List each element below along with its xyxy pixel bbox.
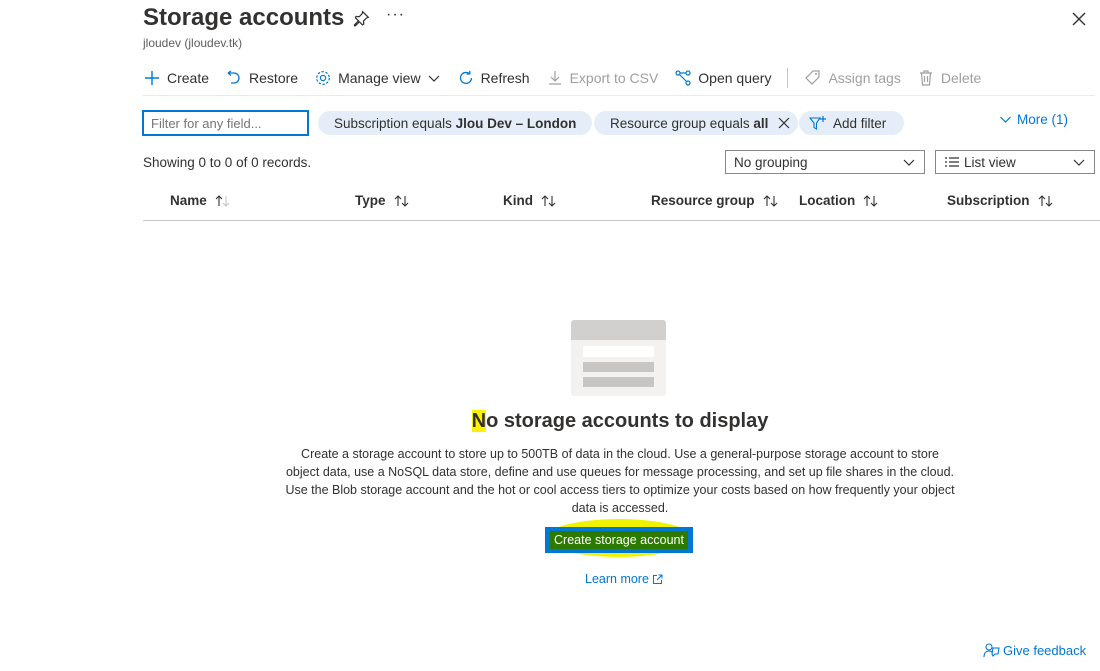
- filter-input[interactable]: [142, 110, 309, 136]
- empty-state-title-text: o storage accounts to display: [486, 410, 769, 432]
- add-filter-label: Add filter: [833, 115, 887, 131]
- column-header-name[interactable]: Name: [170, 193, 231, 208]
- tag-icon: [805, 70, 821, 85]
- create-storage-account-button[interactable]: Create storage account: [545, 527, 693, 553]
- column-header-kind[interactable]: Kind: [503, 193, 557, 208]
- sort-ascending-icon: [215, 194, 230, 207]
- records-summary: Showing 0 to 0 of 0 records.: [143, 155, 312, 170]
- undo-icon: [227, 70, 240, 84]
- chevron-down-icon: [1000, 116, 1011, 123]
- subscription-filter-prefix: Subscription equals: [334, 115, 456, 131]
- refresh-label: Refresh: [480, 70, 530, 86]
- highlighted-letter: N: [471, 410, 487, 432]
- refresh-icon: [459, 70, 472, 85]
- empty-state-title: No storage accounts to display: [0, 410, 1100, 433]
- subscription-filter-pill[interactable]: Subscription equals Jlou Dev – London: [318, 111, 593, 135]
- empty-list-illustration-icon: [571, 320, 666, 396]
- command-bar: Create Restore Manage view Refresh Expor…: [143, 66, 997, 90]
- download-icon: [548, 71, 561, 85]
- toolbar-divider-line: [143, 95, 1095, 96]
- close-icon[interactable]: [1069, 9, 1089, 29]
- add-filter-button[interactable]: Add filter: [799, 111, 905, 135]
- grouping-dropdown[interactable]: No grouping: [725, 150, 925, 174]
- view-value: List view: [964, 154, 1016, 170]
- remove-filter-icon[interactable]: [778, 117, 790, 129]
- learn-more-label: Learn more: [585, 572, 649, 586]
- grid-header: Name Type Kind Resource group Location S…: [0, 193, 1100, 211]
- column-label: Location: [799, 193, 856, 208]
- assign-tags-button[interactable]: Assign tags: [804, 69, 901, 87]
- more-options-icon[interactable]: ···: [386, 6, 405, 24]
- learn-more-link[interactable]: Learn more: [585, 572, 663, 586]
- sort-icon: [541, 194, 556, 207]
- directory-subtitle: jloudev (jloudev.tk): [143, 36, 243, 50]
- query-icon: [675, 70, 691, 86]
- chevron-down-icon: [428, 75, 439, 82]
- column-label: Name: [170, 193, 207, 208]
- page-title: Storage accounts: [143, 4, 345, 31]
- column-header-type[interactable]: Type: [355, 193, 410, 208]
- manage-view-button[interactable]: Manage view: [314, 69, 441, 87]
- subscription-filter-value: Jlou Dev – London: [455, 115, 577, 131]
- create-label: Create: [167, 70, 210, 86]
- restore-button[interactable]: Restore: [225, 69, 298, 87]
- column-header-location[interactable]: Location: [799, 193, 879, 208]
- view-dropdown[interactable]: List view: [935, 150, 1095, 174]
- column-label: Resource group: [651, 193, 755, 208]
- refresh-button[interactable]: Refresh: [457, 69, 530, 87]
- toolbar-divider: [787, 68, 789, 88]
- chevron-down-icon: [903, 159, 915, 166]
- assign-tags-label: Assign tags: [828, 70, 901, 86]
- external-link-icon: [652, 574, 663, 584]
- feedback-icon: [983, 643, 1000, 658]
- column-label: Type: [355, 193, 386, 208]
- manage-view-label: Manage view: [338, 70, 421, 86]
- resource-group-filter-value: all: [753, 115, 769, 131]
- trash-icon: [919, 70, 932, 86]
- delete-button[interactable]: Delete: [917, 69, 981, 87]
- pin-icon[interactable]: [352, 10, 370, 28]
- delete-label: Delete: [940, 70, 982, 86]
- more-filters-link[interactable]: More (1): [999, 112, 1068, 127]
- more-filters-label: More (1): [1017, 112, 1069, 127]
- open-query-label: Open query: [698, 70, 772, 86]
- restore-label: Restore: [249, 70, 299, 86]
- chevron-down-icon: [1073, 159, 1085, 166]
- give-feedback-link[interactable]: Give feedback: [983, 642, 1086, 659]
- sort-icon: [394, 194, 408, 207]
- column-label: Subscription: [947, 193, 1030, 208]
- open-query-button[interactable]: Open query: [674, 69, 771, 87]
- add-filter-icon: [809, 116, 826, 130]
- export-csv-button[interactable]: Export to CSV: [546, 69, 659, 87]
- export-csv-label: Export to CSV: [569, 70, 659, 86]
- plus-icon: [145, 71, 159, 85]
- column-header-subscription[interactable]: Subscription: [947, 193, 1054, 208]
- create-button[interactable]: Create: [143, 69, 209, 87]
- grid-header-divider: [143, 220, 1100, 221]
- sort-icon: [1038, 194, 1052, 207]
- sort-icon: [863, 194, 878, 207]
- list-icon: [945, 157, 959, 167]
- column-label: Kind: [503, 193, 533, 208]
- resource-group-filter-pill[interactable]: Resource group equals all: [594, 111, 799, 135]
- give-feedback-label: Give feedback: [1003, 643, 1087, 658]
- empty-state-description: Create a storage account to store up to …: [285, 447, 955, 515]
- create-storage-account-label: Create storage account: [550, 531, 688, 549]
- column-header-resource-group[interactable]: Resource group: [651, 193, 779, 208]
- gear-icon: [316, 71, 330, 85]
- resource-group-filter-prefix: Resource group equals: [610, 115, 754, 131]
- sort-icon: [763, 194, 777, 207]
- grouping-value: No grouping: [734, 154, 808, 170]
